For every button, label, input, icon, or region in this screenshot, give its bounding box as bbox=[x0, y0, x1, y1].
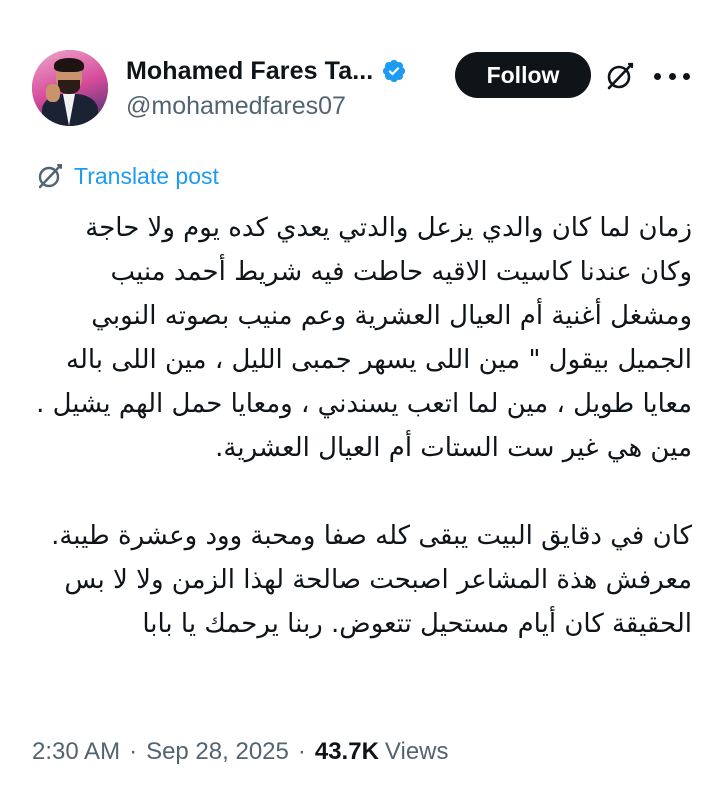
post-time[interactable]: 2:30 AM bbox=[32, 738, 120, 766]
meta-separator: · bbox=[129, 738, 138, 765]
display-name[interactable]: Mohamed Fares Ta... bbox=[126, 57, 373, 86]
handle[interactable]: @mohamedfares07 bbox=[126, 92, 407, 121]
post-header: Mohamed Fares Ta... @mohamedfares07 Foll… bbox=[32, 44, 696, 134]
post-date[interactable]: Sep 28, 2025 bbox=[146, 738, 289, 766]
translate-label[interactable]: Translate post bbox=[74, 163, 219, 190]
verified-badge-icon bbox=[383, 59, 406, 83]
translate-post-link[interactable]: Translate post bbox=[36, 162, 219, 190]
post-text: زمان لما كان والدي يزعل والدتي يعدي كده … bbox=[32, 206, 692, 646]
views-label[interactable]: Views bbox=[385, 738, 449, 766]
follow-button[interactable]: Follow bbox=[455, 52, 591, 98]
avatar[interactable] bbox=[32, 50, 108, 126]
grok-icon[interactable] bbox=[604, 60, 636, 92]
post-meta: 2:30 AM · Sep 28, 2025 · 43.7K Views bbox=[32, 738, 449, 766]
meta-separator: · bbox=[297, 738, 306, 765]
post-paragraph-1: زمان لما كان والدي يزعل والدتي يعدي كده … bbox=[36, 213, 692, 463]
author-block[interactable]: Mohamed Fares Ta... @mohamedfares07 bbox=[126, 54, 407, 121]
translate-icon bbox=[38, 164, 62, 189]
views-count[interactable]: 43.7K bbox=[315, 738, 379, 766]
more-icon[interactable] bbox=[654, 60, 690, 92]
post-paragraph-2: كان في دقايق البيت يبقى كله صفا ومحبة وو… bbox=[51, 521, 692, 639]
